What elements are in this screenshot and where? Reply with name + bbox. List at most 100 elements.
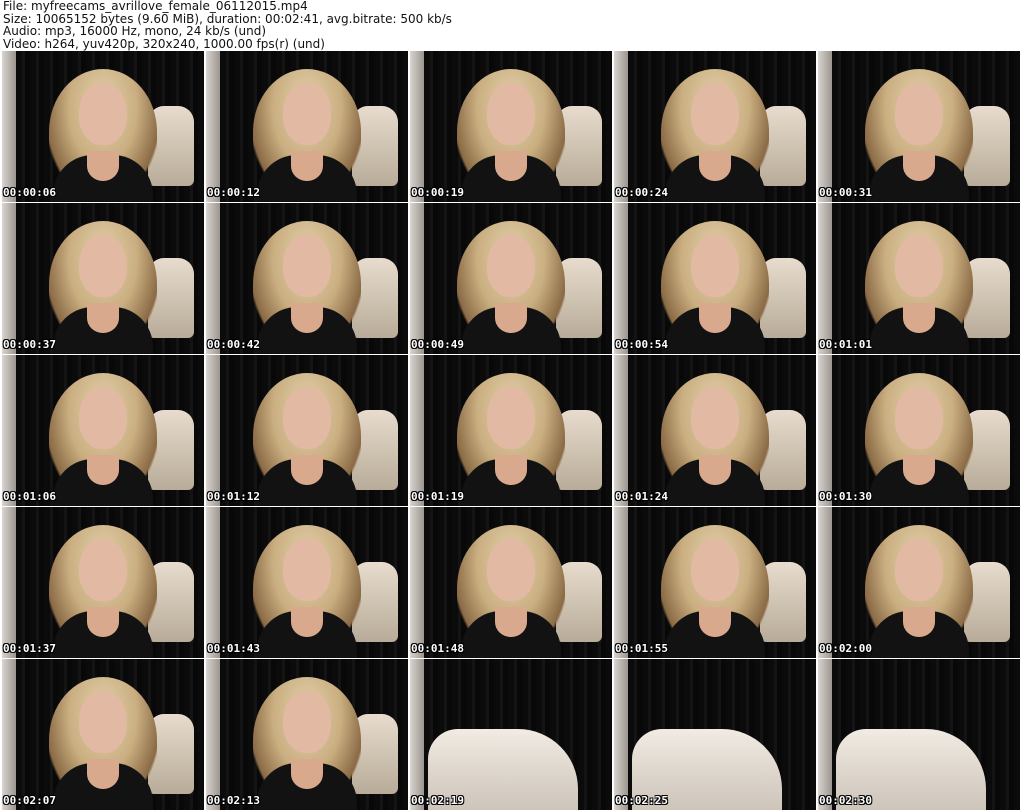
video-thumbnail: 00:02:13 [206,659,410,811]
neckline [87,303,119,333]
wall-edge [410,659,424,810]
video-thumbnail: 00:02:30 [818,659,1022,811]
wall-edge [2,203,16,354]
neckline [495,455,527,485]
face [283,235,331,297]
neckline [699,151,731,181]
neckline [87,759,119,789]
wall-edge [206,203,220,354]
person-figure [451,63,571,202]
neckline [495,151,527,181]
face [487,83,535,145]
wall-edge [818,203,832,354]
face [283,691,331,753]
wall-edge [818,355,832,506]
person-figure [247,367,367,506]
face [283,539,331,601]
video-thumbnail: 00:00:31 [818,51,1022,203]
thumbnail-grid: 00:00:06 00:00:12 00:00:19 00:00:24 00:00:31… [2,51,1022,811]
neckline [495,607,527,637]
person-figure [43,367,163,506]
video-thumbnail: 00:02:00 [818,507,1022,659]
wall-edge [410,51,424,202]
person-figure [247,519,367,658]
face [691,539,739,601]
neckline [291,607,323,637]
thumbnail-timestamp: 00:02:00 [819,642,872,655]
video-info-line: Video: h264, yuv420p, 320x240, 1000.00 f… [3,36,325,51]
neckline [291,303,323,333]
neckline [291,759,323,789]
thumbnail-timestamp: 00:01:55 [615,642,668,655]
neckline [291,151,323,181]
thumbnail-timestamp: 00:01:37 [3,642,56,655]
wall-edge [410,355,424,506]
thumbnail-timestamp: 00:02:25 [615,794,668,807]
video-thumbnail: 00:01:01 [818,203,1022,355]
neckline [87,607,119,637]
face [691,83,739,145]
thumbnail-timestamp: 00:02:30 [819,794,872,807]
thumbnail-timestamp: 00:00:31 [819,186,872,199]
file-info-header: File: myfreecams_avrillove_female_061120… [3,0,1021,50]
neckline [291,455,323,485]
person-figure [43,671,163,810]
person-figure [247,215,367,354]
person-figure [859,367,979,506]
person-figure [451,215,571,354]
neckline [699,303,731,333]
face [283,83,331,145]
video-thumbnail: 00:01:48 [410,507,614,659]
thumbnail-timestamp: 00:00:54 [615,338,668,351]
video-thumbnail: 00:01:19 [410,355,614,507]
face [283,387,331,449]
neckline [699,455,731,485]
thumbnail-timestamp: 00:01:48 [411,642,464,655]
thumbnail-timestamp: 00:00:42 [207,338,260,351]
wall-edge [206,659,220,810]
wall-edge [2,51,16,202]
person-figure [247,671,367,810]
wall-edge [614,51,628,202]
person-figure [247,63,367,202]
face [895,83,943,145]
thumbnail-timestamp: 00:01:43 [207,642,260,655]
wall-edge [614,355,628,506]
person-figure [451,367,571,506]
thumbnail-timestamp: 00:01:06 [3,490,56,503]
person-figure [655,215,775,354]
video-thumbnail: 00:00:49 [410,203,614,355]
neckline [903,455,935,485]
face [487,387,535,449]
thumbnail-timestamp: 00:02:19 [411,794,464,807]
thumbnail-timestamp: 00:00:12 [207,186,260,199]
video-thumbnail: 00:00:19 [410,51,614,203]
video-thumbnail: 00:01:43 [206,507,410,659]
wall-edge [206,507,220,658]
video-thumbnail: 00:01:24 [614,355,818,507]
wall-edge [818,659,832,810]
video-thumbnail: 00:00:06 [2,51,206,203]
face [895,387,943,449]
video-thumbnail: 00:01:12 [206,355,410,507]
person-figure [859,519,979,658]
thumbnail-timestamp: 00:01:01 [819,338,872,351]
person-figure [43,215,163,354]
face [487,539,535,601]
face [895,539,943,601]
thumbnail-timestamp: 00:01:19 [411,490,464,503]
wall-edge [410,203,424,354]
person-figure [451,519,571,658]
neckline [903,151,935,181]
wall-edge [206,51,220,202]
face [79,83,127,145]
wall-edge [206,355,220,506]
video-thumbnail: 00:00:37 [2,203,206,355]
video-thumbnail: 00:02:25 [614,659,818,811]
wall-edge [614,203,628,354]
neckline [87,151,119,181]
video-thumbnail: 00:01:06 [2,355,206,507]
wall-edge [818,507,832,658]
video-thumbnail: 00:00:24 [614,51,818,203]
face [79,539,127,601]
